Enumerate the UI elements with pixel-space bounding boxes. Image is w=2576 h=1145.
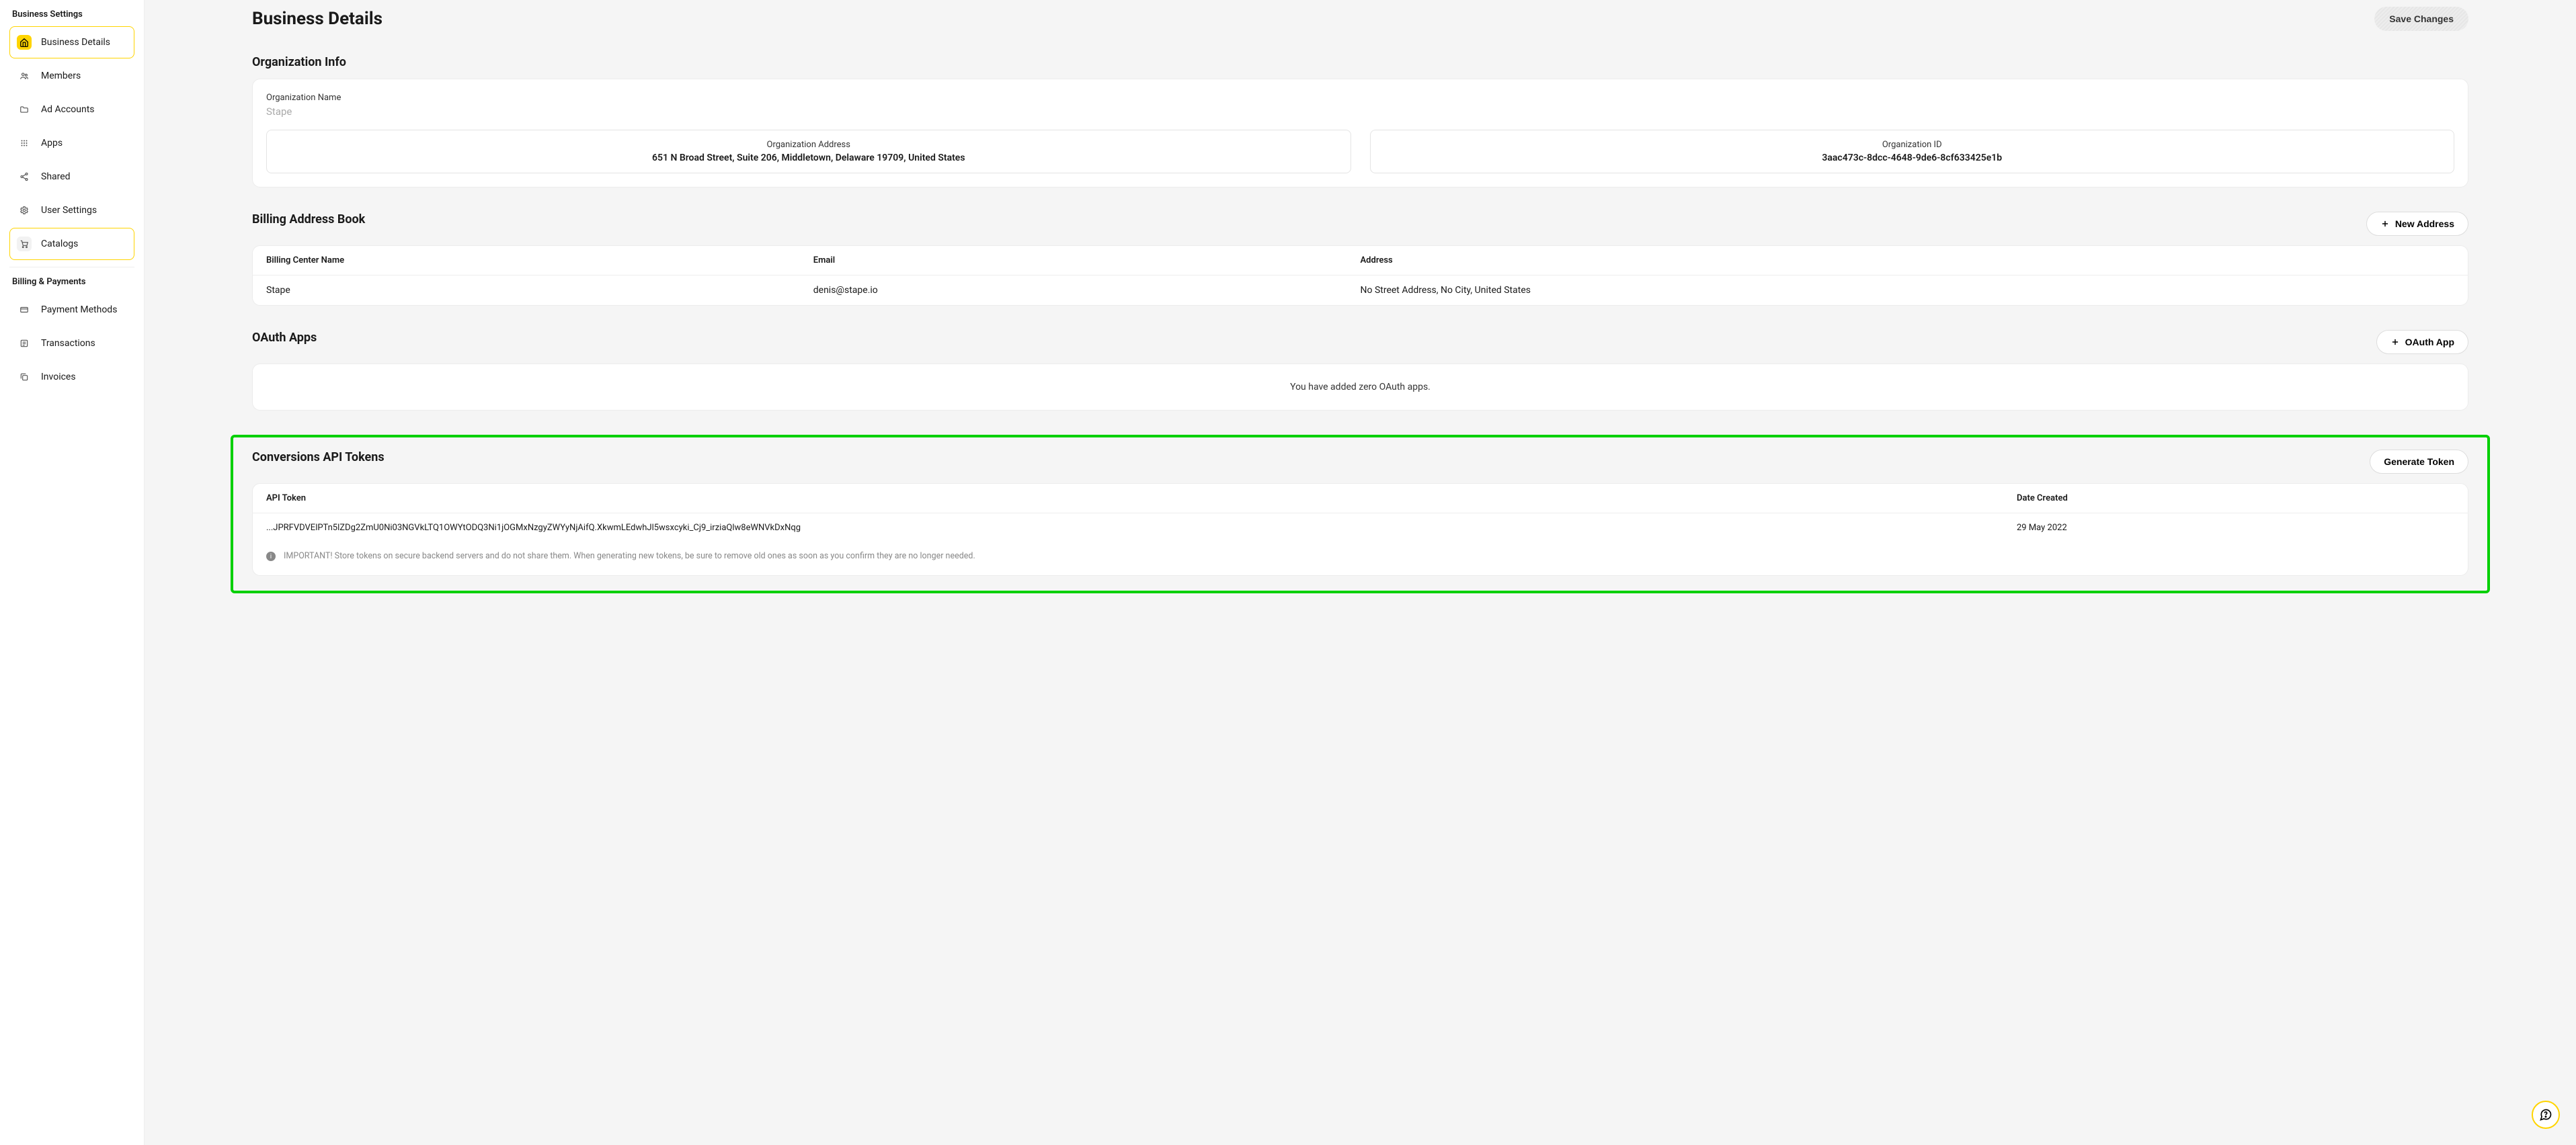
help-button[interactable] xyxy=(2532,1101,2560,1129)
sidebar-item-label: User Settings xyxy=(41,205,97,216)
section-title-tokens: Conversions API Tokens xyxy=(252,450,385,464)
sidebar-item-catalogs[interactable]: Catalogs xyxy=(9,228,134,260)
sidebar-item-label: Payment Methods xyxy=(41,304,117,315)
sidebar-item-members[interactable]: Members xyxy=(9,60,134,92)
new-address-label: New Address xyxy=(2395,218,2454,229)
copy-icon xyxy=(17,370,32,384)
sidebar-item-label: Ad Accounts xyxy=(41,104,95,115)
sidebar-item-label: Business Details xyxy=(41,37,110,48)
sidebar-item-transactions[interactable]: Transactions xyxy=(9,327,134,359)
home-icon xyxy=(17,35,32,50)
org-id-box: Organization ID 3aac473c-8dcc-4648-9de6-… xyxy=(1370,130,2455,173)
section-title-oauth: OAuth Apps xyxy=(252,331,317,345)
token-note-text: IMPORTANT! Store tokens on secure backen… xyxy=(284,550,975,563)
card-icon xyxy=(17,302,32,317)
section-title-billing: Billing Address Book xyxy=(252,212,365,226)
sidebar-item-ad-accounts[interactable]: Ad Accounts xyxy=(9,93,134,126)
table-row[interactable]: ...JPRFVDVElPTn5lZDg2ZmU0Ni03NGVkLTQ1OWY… xyxy=(253,513,2468,542)
sidebar-section-business: Business Settings xyxy=(9,9,134,26)
token-col-date: Date Created xyxy=(2017,493,2454,503)
org-address-label: Organization Address xyxy=(280,140,1337,150)
conversions-api-highlight: Conversions API Tokens Generate Token AP… xyxy=(231,435,2490,593)
main-content: Business Details Save Changes Organizati… xyxy=(145,0,2576,1145)
sidebar-item-payment-methods[interactable]: Payment Methods xyxy=(9,294,134,326)
billing-name-cell: Stape xyxy=(266,285,813,296)
billing-address-cell: No Street Address, No City, United State… xyxy=(1361,285,2455,296)
org-info-card: Organization Name Stape Organization Add… xyxy=(252,79,2468,187)
token-col-token: API Token xyxy=(266,493,2017,503)
org-id-label: Organization ID xyxy=(1384,140,2441,150)
sidebar-item-label: Apps xyxy=(41,138,63,149)
generate-token-label: Generate Token xyxy=(2384,456,2454,467)
billing-table: Billing Center Name Email Address Stape … xyxy=(252,245,2468,306)
org-address-value: 651 N Broad Street, Suite 206, Middletow… xyxy=(280,153,1337,163)
generate-token-button[interactable]: Generate Token xyxy=(2370,450,2468,474)
org-name-label: Organization Name xyxy=(266,93,2454,103)
share-icon xyxy=(17,169,32,184)
oauth-apps-section: OAuth Apps OAuth App You have added zero… xyxy=(252,330,2468,411)
org-name-value: Stape xyxy=(266,105,2454,118)
table-row[interactable]: Stape denis@stape.io No Street Address, … xyxy=(253,275,2468,305)
sidebar-item-label: Members xyxy=(41,71,81,81)
page-title: Business Details xyxy=(252,9,383,29)
gear-icon xyxy=(17,203,32,218)
sidebar-section-billing: Billing & Payments xyxy=(9,277,134,294)
section-title-org-info: Organization Info xyxy=(252,55,2468,69)
billing-col-name: Billing Center Name xyxy=(266,255,813,265)
sidebar-item-label: Catalogs xyxy=(41,239,78,249)
info-icon: i xyxy=(266,552,276,561)
page-header: Business Details Save Changes xyxy=(252,7,2468,31)
plus-icon xyxy=(2390,337,2400,347)
sidebar-item-invoices[interactable]: Invoices xyxy=(9,361,134,393)
org-address-box: Organization Address 651 N Broad Street,… xyxy=(266,130,1351,173)
oauth-app-label: OAuth App xyxy=(2405,337,2454,347)
oauth-app-button[interactable]: OAuth App xyxy=(2376,330,2468,354)
organization-info-section: Organization Info Organization Name Stap… xyxy=(252,55,2468,187)
list-icon xyxy=(17,336,32,351)
billing-address-section: Billing Address Book New Address Billing… xyxy=(252,212,2468,306)
sidebar-item-label: Transactions xyxy=(41,338,95,349)
members-icon xyxy=(17,69,32,83)
plus-icon xyxy=(2380,219,2390,228)
sidebar-item-business-details[interactable]: Business Details xyxy=(9,26,134,58)
sidebar-item-label: Invoices xyxy=(41,372,76,382)
sidebar-item-label: Shared xyxy=(41,171,71,182)
token-date-cell: 29 May 2022 xyxy=(2017,523,2454,533)
billing-col-address: Address xyxy=(1361,255,2455,265)
folder-icon xyxy=(17,102,32,117)
org-id-value: 3aac473c-8dcc-4648-9de6-8cf633425e1b xyxy=(1384,153,2441,163)
billing-email-cell: denis@stape.io xyxy=(813,285,1361,296)
sidebar: Business Settings Business Details Membe… xyxy=(0,0,145,1145)
billing-col-email: Email xyxy=(813,255,1361,265)
sidebar-item-apps[interactable]: Apps xyxy=(9,127,134,159)
cart-icon xyxy=(17,237,32,251)
sidebar-item-shared[interactable]: Shared xyxy=(9,161,134,193)
new-address-button[interactable]: New Address xyxy=(2366,212,2468,236)
token-value-cell: ...JPRFVDVElPTn5lZDg2ZmU0Ni03NGVkLTQ1OWY… xyxy=(266,523,2017,533)
tokens-table: API Token Date Created ...JPRFVDVElPTn5l… xyxy=(252,483,2468,576)
token-note: i IMPORTANT! Store tokens on secure back… xyxy=(253,542,2468,575)
sidebar-item-user-settings[interactable]: User Settings xyxy=(9,194,134,226)
grid-icon xyxy=(17,136,32,151)
oauth-empty-card: You have added zero OAuth apps. xyxy=(252,364,2468,411)
conversions-api-section: Conversions API Tokens Generate Token AP… xyxy=(252,450,2468,576)
save-changes-button[interactable]: Save Changes xyxy=(2374,7,2468,31)
help-icon xyxy=(2539,1108,2552,1121)
